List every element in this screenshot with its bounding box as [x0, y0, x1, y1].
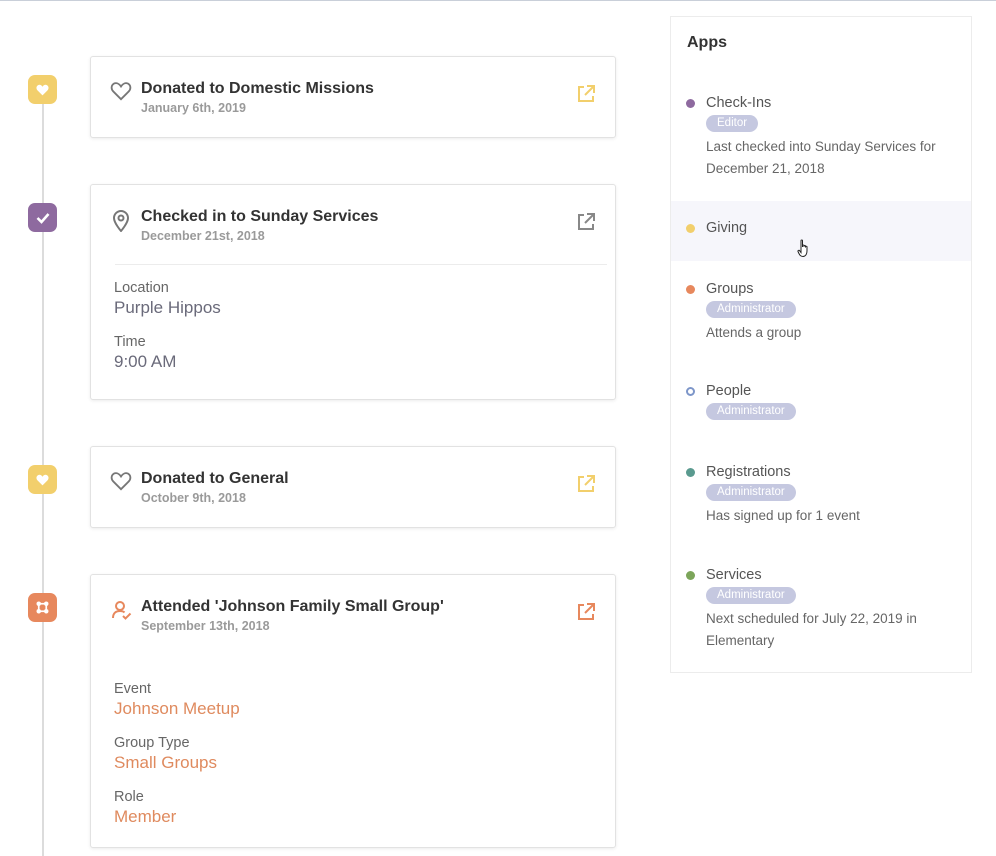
external-link-icon[interactable]: [576, 212, 596, 237]
permission-badge: Administrator: [706, 484, 796, 501]
permission-badge: Administrator: [706, 403, 796, 420]
field-label-location: Location: [114, 280, 169, 296]
field-value-time: 9:00 AM: [114, 352, 177, 371]
card-title: Donated to Domestic Missions: [141, 80, 374, 97]
field-value-role: Member: [114, 807, 177, 826]
timeline-dot-giving: [28, 465, 57, 494]
hand-cursor-icon: [797, 239, 812, 263]
timeline-card-donation-domestic: Donated to Domestic Missions January 6th…: [90, 56, 616, 138]
field-value-location: Purple Hippos: [114, 298, 221, 317]
field-value-event[interactable]: Johnson Meetup: [114, 698, 591, 720]
timeline-card-donation-general: Donated to General October 9th, 2018: [90, 446, 616, 528]
card-title: Attended 'Johnson Family Small Group': [141, 598, 444, 615]
app-name: Check-Ins: [706, 95, 772, 111]
app-description: Has signed up for 1 event: [706, 508, 860, 523]
field-value-group-type[interactable]: Small Groups: [114, 752, 591, 774]
card-date: December 21st, 2018: [141, 229, 265, 243]
card-date: September 13th, 2018: [141, 619, 270, 633]
field-label-time: Time: [114, 334, 146, 350]
app-status-dot: [686, 224, 695, 233]
app-item-people[interactable]: People Administrator: [671, 382, 971, 420]
app-status-dot: [686, 99, 695, 108]
heart-icon: [36, 84, 49, 95]
timeline-card-checkin: Checked in to Sunday Services December 2…: [90, 184, 616, 400]
field-label-event: Event: [114, 681, 152, 697]
person-group-icon: [112, 600, 132, 625]
app-name: People: [706, 383, 752, 399]
timeline-dot-checkins: [28, 203, 57, 232]
app-item-registrations[interactable]: Registrations Administrator Has signed u…: [671, 463, 971, 527]
heart-outline-icon: [110, 471, 132, 496]
app-item-giving[interactable]: Giving: [671, 201, 971, 261]
timeline-dot-groups: [28, 593, 57, 622]
card-title: Donated to General: [141, 470, 289, 487]
apps-panel: Apps Check-Ins Editor Last checked into …: [670, 16, 972, 673]
card-title: Checked in to Sunday Services: [141, 208, 379, 225]
map-pin-icon: [112, 210, 130, 237]
timeline-dot-giving: [28, 75, 57, 104]
heart-icon: [36, 474, 49, 485]
app-status-dot: [686, 468, 695, 477]
app-item-check-ins[interactable]: Check-Ins Editor Last checked into Sunda…: [671, 94, 971, 180]
groups-icon: [36, 601, 49, 614]
app-name: Groups: [706, 281, 754, 297]
external-link-icon[interactable]: [576, 84, 596, 109]
external-link-icon[interactable]: [576, 602, 596, 627]
check-icon: [36, 212, 49, 224]
app-item-groups[interactable]: Groups Administrator Attends a group: [671, 280, 971, 344]
app-name: Services: [706, 567, 762, 583]
permission-badge: Administrator: [706, 587, 796, 604]
app-name: Registrations: [706, 464, 791, 480]
app-status-dot: [686, 285, 695, 294]
permission-badge: Editor: [706, 115, 759, 132]
field-label-role: Role: [114, 789, 144, 805]
app-status-dot: [686, 571, 695, 580]
external-link-icon[interactable]: [576, 474, 596, 499]
app-description: Next scheduled for July 22, 2019 in Elem…: [706, 611, 917, 648]
card-date: January 6th, 2019: [141, 101, 246, 115]
heart-outline-icon: [110, 81, 132, 106]
timeline-card-group-attendance: Attended 'Johnson Family Small Group' Se…: [90, 574, 616, 848]
field-label-group-type: Group Type: [114, 735, 190, 751]
app-item-services[interactable]: Services Administrator Next scheduled fo…: [671, 566, 971, 652]
app-description: Last checked into Sunday Services for De…: [706, 139, 936, 176]
apps-title: Apps: [687, 34, 727, 51]
card-date: October 9th, 2018: [141, 491, 246, 505]
app-description: Attends a group: [706, 325, 802, 340]
permission-badge: Administrator: [706, 301, 796, 318]
app-name: Giving: [706, 220, 748, 236]
app-status-dot: [686, 387, 695, 396]
